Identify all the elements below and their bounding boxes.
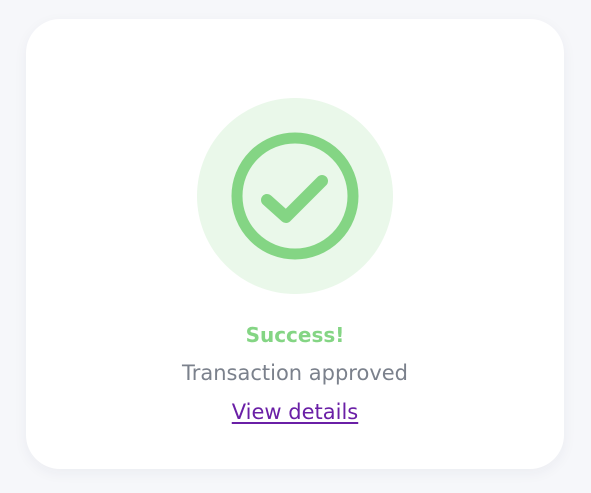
view-details-link[interactable]: View details	[232, 400, 358, 424]
success-icon-halo	[197, 98, 393, 294]
status-message: Transaction approved	[181, 361, 409, 385]
status-title: Success!	[245, 323, 345, 347]
check-circle-icon	[231, 132, 359, 260]
status-card: Success! Transaction approved View detai…	[26, 19, 564, 469]
view-details-container: View details	[26, 398, 564, 426]
